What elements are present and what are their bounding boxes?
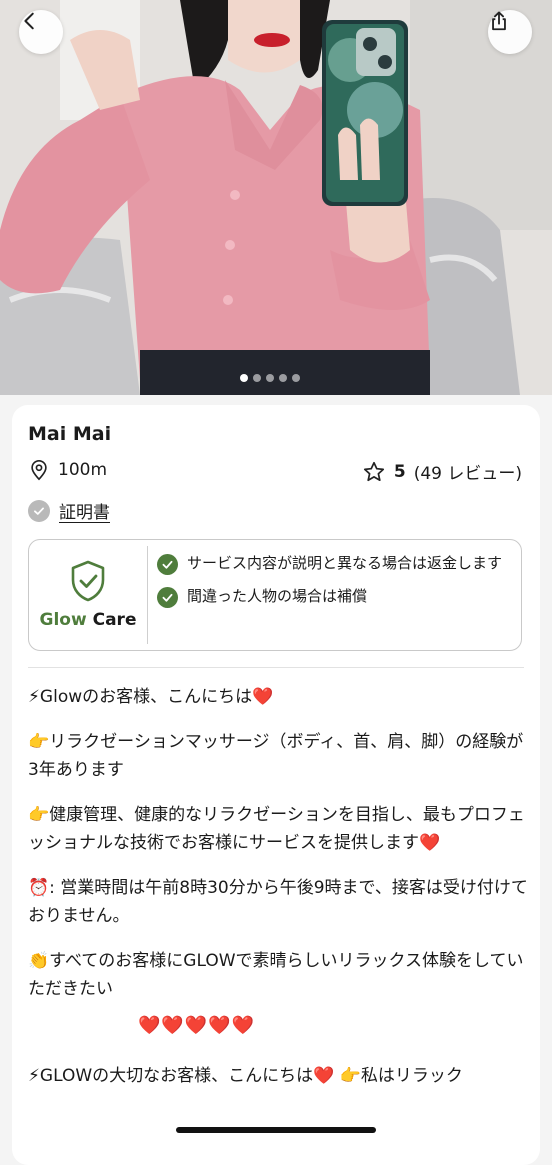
carousel-dot[interactable] — [253, 374, 261, 382]
location-pin-icon — [31, 460, 47, 481]
carousel-dot-active[interactable] — [240, 374, 248, 382]
share-button[interactable] — [488, 10, 532, 54]
description: ⚡Glowのお客様、こんにちは❤️ 👉リラクゼーションマッサージ（ボディ、首、肩… — [28, 683, 528, 1107]
profile-photo[interactable] — [0, 0, 552, 395]
rating-row[interactable]: 5 (49 レビュー) — [362, 459, 522, 484]
certificate-row[interactable]: 証明書 — [28, 498, 110, 523]
distance-row: 100m — [28, 459, 107, 481]
green-check-icon — [157, 587, 178, 608]
glow-care-box: Glow Care サービス内容が説明と異なる場合は返金します 間違った人物の場… — [28, 539, 522, 651]
home-indicator — [176, 1127, 376, 1133]
star-outline-icon — [363, 461, 384, 481]
description-line: ⏰: 営業時間は午前8時30分から午後9時まで、接客は受け付けておりません。 — [28, 878, 528, 926]
description-line: ⚡GLOWの大切なお客様、こんにちは❤️ 👉私はリラック — [28, 1066, 463, 1086]
profile-card: Mai Mai 100m 5 (49 レビュー) 証明書 Glow Care サ… — [12, 405, 540, 1165]
rating-score: 5 — [393, 461, 406, 482]
carousel-dot[interactable] — [279, 374, 287, 382]
photo-illustration — [0, 0, 552, 395]
carousel-dot[interactable] — [292, 374, 300, 382]
hearts-decoration: ❤️❤️❤️❤️❤️ — [138, 1015, 256, 1036]
glow-care-brand: Glow Care — [29, 540, 147, 650]
shield-check-icon — [71, 560, 105, 602]
carousel-dot[interactable] — [266, 374, 274, 382]
provider-name: Mai Mai — [28, 423, 112, 445]
certificate-link[interactable]: 証明書 — [59, 498, 110, 523]
carousel-dots[interactable] — [240, 374, 300, 382]
guarantee-list: サービス内容が説明と異なる場合は返金します 間違った人物の場合は補償 — [157, 554, 507, 620]
description-line: 👉リラクゼーションマッサージ（ボディ、首、肩、脚）の経験が3年あります — [28, 732, 524, 780]
chevron-left-icon — [24, 12, 34, 30]
guarantee-text: サービス内容が説明と異なる場合は返金します — [187, 554, 503, 572]
description-line: ⚡Glowのお客様、こんにちは❤️ — [28, 687, 274, 707]
brand-care: Care — [92, 610, 137, 630]
description-line: 👉健康管理、健康的なリラクゼーションを目指し、最もプロフェッショナルな技術でお客… — [28, 805, 525, 853]
check-circle-icon — [28, 499, 50, 522]
distance-value: 100m — [58, 460, 108, 480]
glow-care-logo-text: Glow Care — [40, 610, 137, 630]
section-divider — [28, 667, 524, 668]
guarantee-item: サービス内容が説明と異なる場合は返金します — [157, 554, 507, 575]
guarantee-item: 間違った人物の場合は補償 — [157, 587, 507, 608]
brand-glow: Glow — [39, 610, 87, 630]
description-line: 👏すべてのお客様にGLOWで素晴らしいリラックス体験をしていただきたい — [28, 951, 524, 999]
green-check-icon — [157, 554, 178, 575]
share-icon — [492, 11, 506, 31]
back-button[interactable] — [19, 10, 63, 54]
guarantee-text: 間違った人物の場合は補償 — [187, 587, 368, 605]
review-count: (49 レビュー) — [413, 464, 522, 484]
glow-care-divider — [147, 546, 148, 644]
